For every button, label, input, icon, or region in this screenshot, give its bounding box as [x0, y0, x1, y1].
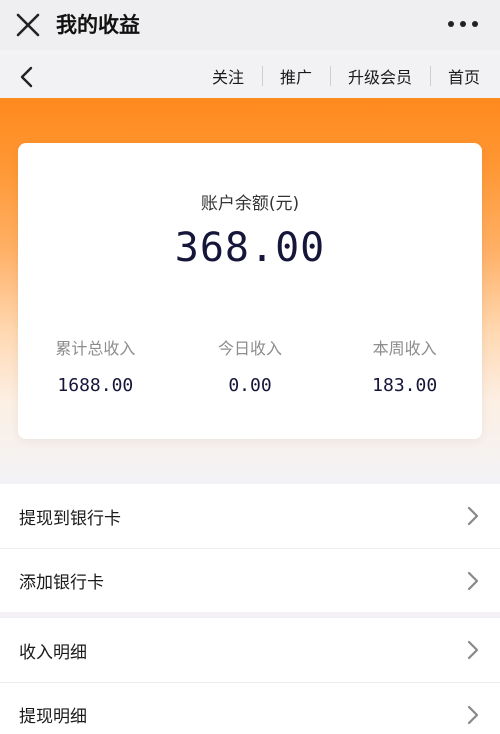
title-bar: 我的收益: [0, 0, 500, 50]
page-title: 我的收益: [56, 13, 140, 37]
nav-link-upgrade[interactable]: 升级会员: [329, 64, 430, 88]
menu-group-records: 收入明细 提现明细: [0, 618, 500, 734]
menu-item-income-details[interactable]: 收入明细: [0, 618, 500, 682]
nav-link-promote[interactable]: 推广: [261, 64, 330, 88]
balance-label: 账户余额(元): [200, 194, 300, 214]
subnav-links: 关注 推广 升级会员 首页: [194, 54, 486, 98]
stat-label: 本周收入: [372, 339, 437, 358]
nav-link-home[interactable]: 首页: [429, 64, 486, 88]
stat-value: 0.00: [228, 375, 272, 396]
menu-item-add-bank-card[interactable]: 添加银行卡: [0, 548, 500, 612]
menu-item-label: 提现明细: [19, 707, 87, 727]
stat-today-income: 今日收入 0.00: [173, 335, 328, 405]
stat-value: 1688.00: [57, 375, 134, 396]
income-stats: 累计总收入 1688.00 今日收入 0.00 本周收入 183.00: [18, 335, 482, 405]
menu-item-withdraw-to-bank-card[interactable]: 提现到银行卡: [0, 484, 500, 548]
sub-navigation: 关注 推广 升级会员 首页: [0, 54, 500, 98]
chevron-right-icon: [467, 571, 479, 590]
nav-link-follow[interactable]: 关注: [194, 64, 262, 88]
menu-item-label: 添加银行卡: [19, 573, 104, 593]
chevron-right-icon: [467, 705, 479, 724]
balance-amount: 368.00: [174, 225, 326, 271]
chevron-right-icon: [467, 640, 479, 660]
close-icon[interactable]: [14, 11, 42, 39]
menu-group-bank: 提现到银行卡 添加银行卡: [0, 484, 500, 612]
balance-card: 账户余额(元) 368.00 累计总收入 1688.00 今日收入 0.00 本…: [18, 143, 482, 439]
stat-label: 今日收入: [218, 339, 283, 358]
chevron-right-icon: [467, 506, 479, 526]
menu-item-withdraw-details[interactable]: 提现明细: [0, 682, 500, 734]
stat-total-income: 累计总收入 1688.00: [18, 335, 173, 405]
chevron-left-icon[interactable]: [14, 64, 40, 90]
stat-week-income: 本周收入 183.00: [327, 335, 482, 405]
menu-item-label: 提现到银行卡: [19, 508, 121, 529]
stat-label: 累计总收入: [55, 339, 136, 358]
more-icon[interactable]: [448, 14, 478, 34]
stat-value: 183.00: [372, 375, 438, 396]
menu-item-label: 收入明细: [19, 642, 87, 663]
